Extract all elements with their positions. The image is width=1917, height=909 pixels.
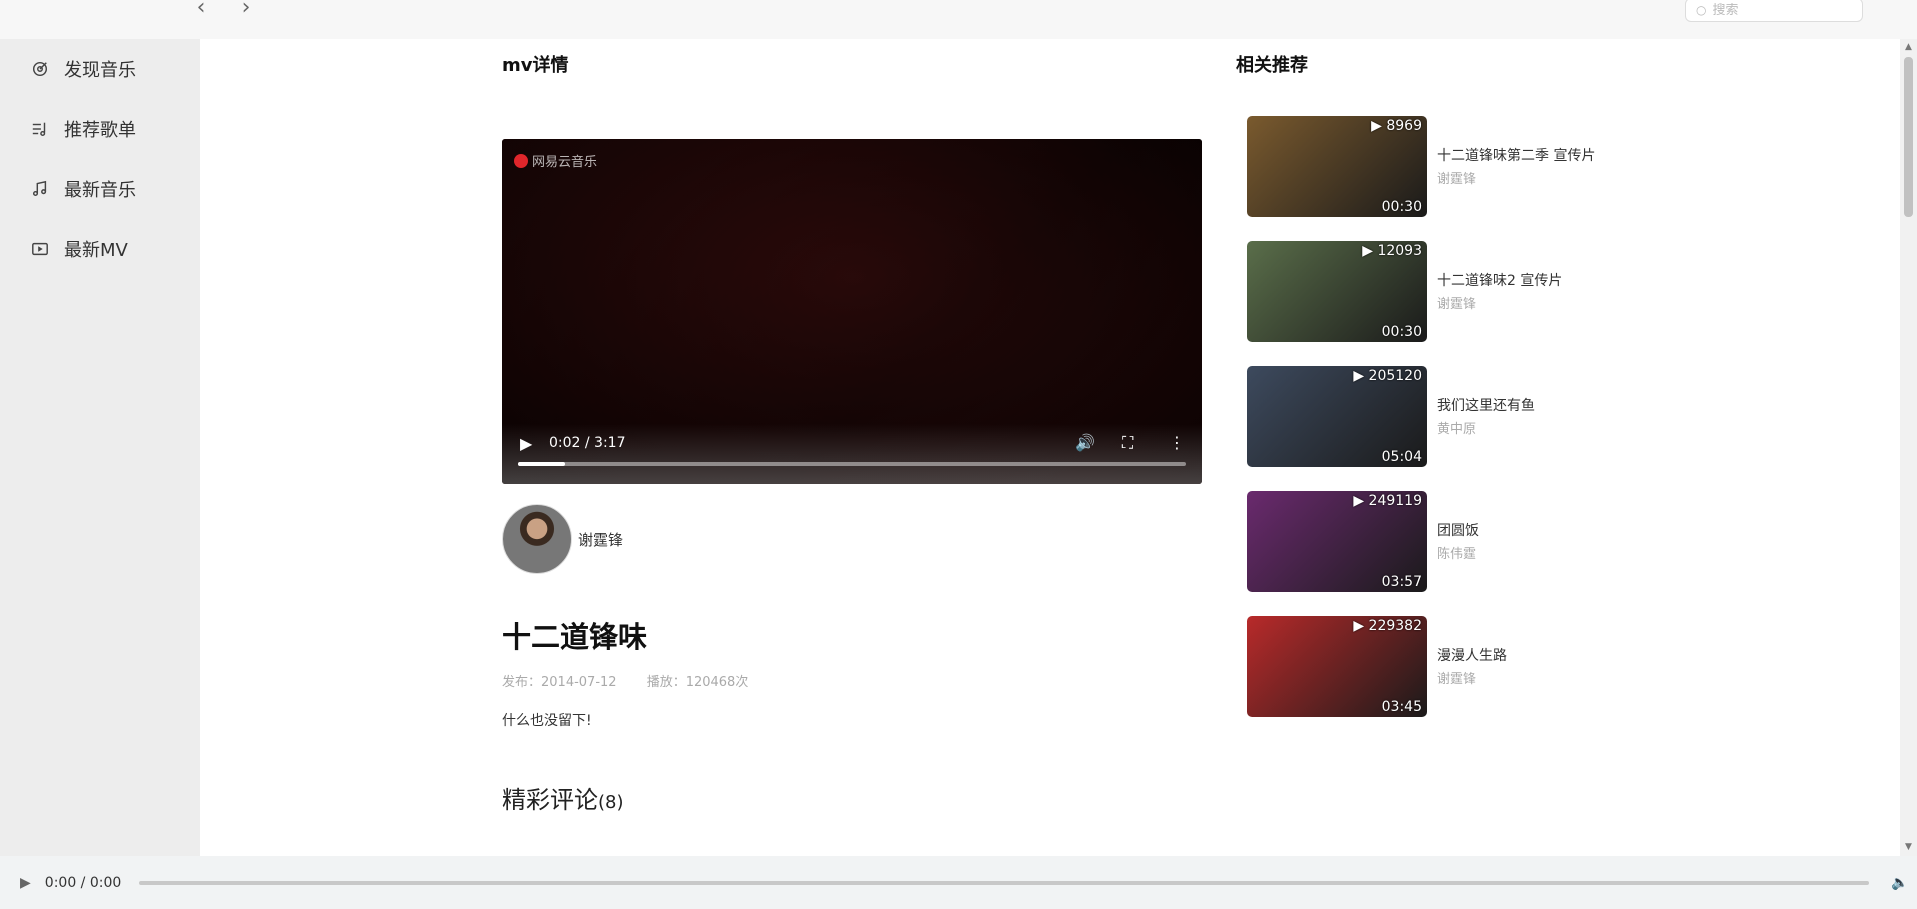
watermark: 网易云音乐 xyxy=(514,151,597,170)
recommend-heading: 相关推荐 xyxy=(1236,55,1308,76)
comments-heading: 精彩评论(8) xyxy=(502,780,624,815)
sidebar: 发现音乐 推荐歌单 最新音乐 最新MV xyxy=(0,39,200,856)
video-player[interactable]: 网易云音乐 ▶ 0:02 / 3:17 🔊 ⛶ ⋮ xyxy=(502,139,1202,484)
mv-detail-heading: mv详情 xyxy=(502,55,569,76)
publish-date: 发布：2014-07-12 xyxy=(502,675,617,690)
scroll-up-icon[interactable]: ▲ xyxy=(1900,39,1917,56)
sidebar-item-new-mv[interactable]: 最新MV xyxy=(0,219,200,279)
audio-player: ▶ 0:00 / 0:00 🔈 xyxy=(0,856,1917,909)
duration-badge: 05:04 xyxy=(1381,449,1422,465)
search-box[interactable]: ○ xyxy=(1685,0,1863,22)
mv-thumbnail[interactable]: ▶ 8969 00:30 xyxy=(1247,116,1427,217)
play-icon[interactable]: ▶ xyxy=(520,434,532,453)
main-content: mv详情 网易云音乐 ▶ 0:02 / 3:17 🔊 ⛶ ⋮ 谢霆锋 十二道锋味… xyxy=(200,39,1900,856)
play-count-badge: ▶ 205120 xyxy=(1353,368,1422,384)
fullscreen-icon[interactable]: ⛶ xyxy=(1122,433,1133,453)
list-item[interactable]: ▶ 12093 00:30 十二道锋味2 宣传片 谢霆锋 xyxy=(1247,229,1597,354)
comments-count: (8) xyxy=(598,792,624,813)
scrollbar-thumb[interactable] xyxy=(1904,57,1913,217)
mv-artist[interactable]: 谢霆锋 xyxy=(1437,668,1597,687)
recommend-list: ▶ 8969 00:30 十二道锋味第二季 宣传片 谢霆锋 ▶ 12093 00… xyxy=(1247,104,1597,729)
list-item[interactable]: ▶ 8969 00:30 十二道锋味第二季 宣传片 谢霆锋 xyxy=(1247,104,1597,229)
page-scrollbar[interactable]: ▲ ▼ xyxy=(1900,39,1917,856)
mv-thumbnail[interactable]: ▶ 249119 03:57 xyxy=(1247,491,1427,592)
list-item[interactable]: ▶ 229382 03:45 漫漫人生路 谢霆锋 xyxy=(1247,604,1597,729)
mv-thumbnail[interactable]: ▶ 229382 03:45 xyxy=(1247,616,1427,717)
duration-badge: 00:30 xyxy=(1381,199,1422,215)
top-bar: ‹ › ○ xyxy=(0,0,1917,39)
avatar[interactable] xyxy=(502,504,572,574)
audio-volume-icon[interactable]: 🔈 xyxy=(1891,875,1908,891)
play-count: 播放：120468次 xyxy=(646,675,749,690)
watermark-text: 网易云音乐 xyxy=(532,155,598,170)
mv-title[interactable]: 团圆饭 xyxy=(1437,522,1597,541)
video-icon xyxy=(30,239,50,259)
more-options-icon[interactable]: ⋮ xyxy=(1169,433,1185,452)
list-item[interactable]: ▶ 205120 05:04 我们这里还有鱼 黄中原 xyxy=(1247,354,1597,479)
mv-title[interactable]: 十二道锋味第二季 宣传片 xyxy=(1437,147,1597,166)
mv-title[interactable]: 十二道锋味2 宣传片 xyxy=(1437,272,1597,291)
mv-thumbnail[interactable]: ▶ 205120 05:04 xyxy=(1247,366,1427,467)
play-count-badge: ▶ 8969 xyxy=(1371,118,1422,134)
audio-time: 0:00 / 0:00 xyxy=(44,874,122,891)
forward-arrow-icon[interactable]: › xyxy=(234,0,258,22)
sidebar-item-label: 最新MV xyxy=(64,240,128,261)
artist-info[interactable]: 谢霆锋 xyxy=(502,504,623,574)
play-count-badge: ▶ 249119 xyxy=(1353,493,1422,509)
mv-meta: 发布：2014-07-12 播放：120468次 xyxy=(502,671,774,690)
audio-progress-bar[interactable] xyxy=(139,880,1870,885)
mv-artist[interactable]: 谢霆锋 xyxy=(1437,293,1597,312)
duration-badge: 00:30 xyxy=(1381,324,1422,340)
search-icon: ○ xyxy=(1696,3,1707,17)
mv-title[interactable]: 我们这里还有鱼 xyxy=(1437,397,1597,416)
video-progress-bar[interactable] xyxy=(518,462,1186,466)
comments-label: 精彩评论 xyxy=(502,786,598,814)
mv-artist[interactable]: 黄中原 xyxy=(1437,418,1597,437)
duration-badge: 03:45 xyxy=(1381,699,1422,715)
sidebar-item-playlists[interactable]: 推荐歌单 xyxy=(0,99,200,159)
scroll-down-icon[interactable]: ▼ xyxy=(1900,839,1917,856)
sidebar-item-discover[interactable]: 发现音乐 xyxy=(0,39,200,99)
search-input[interactable] xyxy=(1712,2,1853,18)
back-arrow-icon[interactable]: ‹ xyxy=(189,0,213,22)
mv-title: 十二道锋味 xyxy=(502,620,648,654)
mv-thumbnail[interactable]: ▶ 12093 00:30 xyxy=(1247,241,1427,342)
mv-title[interactable]: 漫漫人生路 xyxy=(1437,647,1597,666)
sidebar-item-label: 推荐歌单 xyxy=(64,120,136,141)
video-progress-fill xyxy=(518,462,565,466)
duration-badge: 03:57 xyxy=(1381,574,1422,590)
sidebar-item-new-music[interactable]: 最新音乐 xyxy=(0,159,200,219)
mv-artist[interactable]: 谢霆锋 xyxy=(1437,168,1597,187)
list-item[interactable]: ▶ 249119 03:57 团圆饭 陈伟霆 xyxy=(1247,479,1597,604)
music-note-icon xyxy=(30,179,50,199)
artist-name[interactable]: 谢霆锋 xyxy=(578,529,623,550)
play-count-badge: ▶ 12093 xyxy=(1362,243,1422,259)
playlist-icon xyxy=(30,119,50,139)
sidebar-item-label: 最新音乐 xyxy=(64,180,136,201)
mv-artist[interactable]: 陈伟霆 xyxy=(1437,543,1597,562)
video-controls: ▶ 0:02 / 3:17 🔊 ⛶ ⋮ xyxy=(502,424,1202,484)
play-count-badge: ▶ 229382 xyxy=(1353,618,1422,634)
mv-description: 什么也没留下! xyxy=(502,713,592,729)
audio-play-icon[interactable]: ▶ xyxy=(20,875,31,891)
volume-icon[interactable]: 🔊 xyxy=(1075,433,1095,452)
sidebar-item-label: 发现音乐 xyxy=(64,60,136,81)
video-time: 0:02 / 3:17 xyxy=(549,435,626,451)
target-icon xyxy=(30,59,50,79)
netease-logo-icon xyxy=(514,153,528,168)
